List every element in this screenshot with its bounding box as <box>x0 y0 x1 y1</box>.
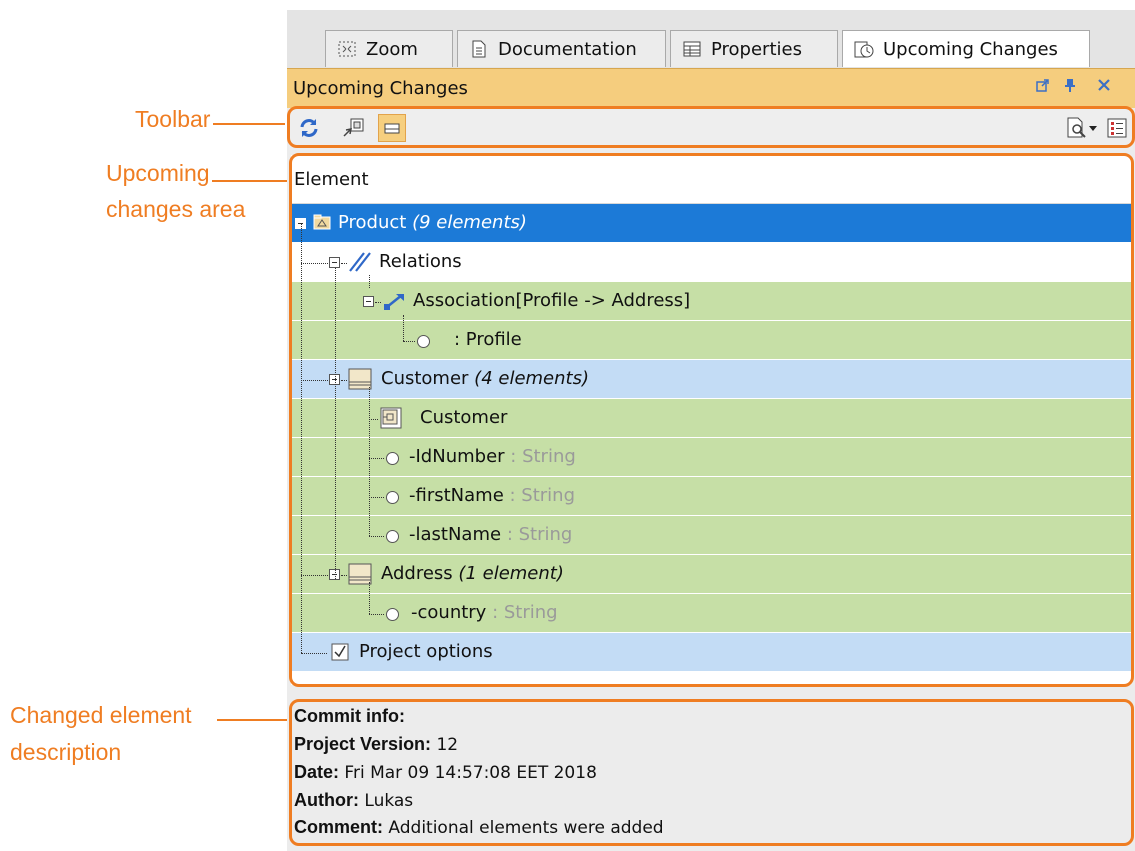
description-highlight <box>289 699 1134 846</box>
undock-icon[interactable] <box>1036 77 1050 97</box>
upcoming-changes-icon <box>853 39 875 59</box>
description-annotation-1: Changed element <box>10 702 192 728</box>
toolbar-highlight <box>287 106 1135 148</box>
tab-documentation[interactable]: Documentation <box>457 30 666 67</box>
toolbar-annotation: Toolbar <box>135 106 211 132</box>
upcoming-area-annotation-line <box>212 180 287 182</box>
panel-title: Upcoming Changes <box>293 78 468 99</box>
tab-label: Zoom <box>366 38 418 60</box>
panel-title-bar: Upcoming Changes <box>287 68 1135 108</box>
description-annotation-2: description <box>10 739 122 765</box>
description-annotation-line <box>217 719 287 721</box>
pin-icon[interactable] <box>1063 77 1077 98</box>
tab-label: Documentation <box>498 38 637 60</box>
tab-upcoming-changes[interactable]: Upcoming Changes <box>842 30 1090 67</box>
tab-zoom[interactable]: Zoom <box>325 30 453 67</box>
tab-strip: Zoom Documentation Properties Upcoming C… <box>287 10 1135 68</box>
properties-icon <box>681 39 703 59</box>
upcoming-area-annotation-2: changes area <box>106 196 246 222</box>
documentation-icon <box>468 39 490 59</box>
tab-label: Upcoming Changes <box>883 38 1058 60</box>
zoom-icon <box>336 39 358 59</box>
upcoming-area-annotation-1: Upcoming <box>106 160 210 186</box>
toolbar-annotation-line <box>213 123 285 125</box>
close-icon[interactable] <box>1097 77 1111 97</box>
tab-properties[interactable]: Properties <box>670 30 838 67</box>
upcoming-area-highlight <box>289 153 1134 687</box>
tab-label: Properties <box>711 38 802 60</box>
